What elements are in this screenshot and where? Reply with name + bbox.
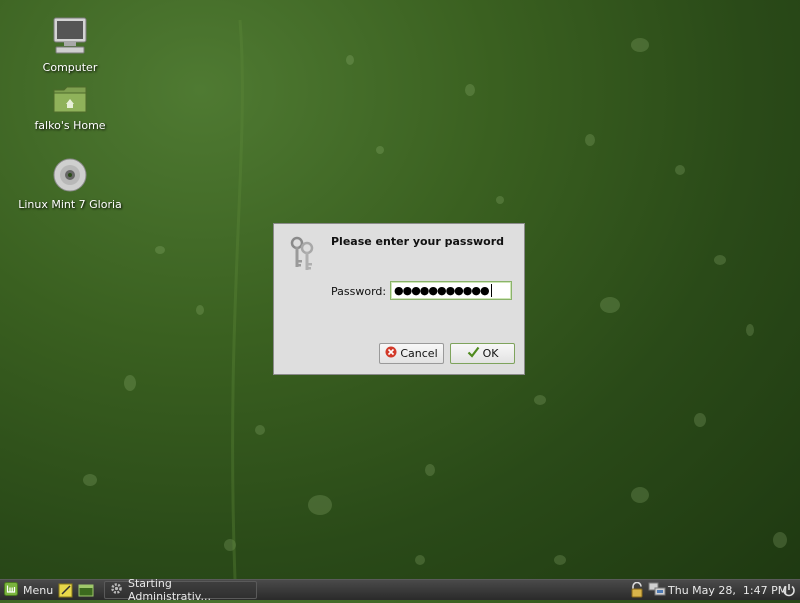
password-label: Password: xyxy=(331,285,387,298)
cancel-icon xyxy=(385,346,397,361)
lock-icon[interactable] xyxy=(630,580,644,600)
password-input[interactable]: ●●●●●●●●●●● xyxy=(390,281,512,300)
password-masked-value: ●●●●●●●●●●● xyxy=(394,284,490,297)
password-dialog: Please enter your password Password: ●●●… xyxy=(273,223,525,375)
checkmark-icon xyxy=(467,346,480,361)
text-caret xyxy=(490,284,492,297)
text-editor-launcher-icon[interactable] xyxy=(58,580,74,600)
network-icon[interactable] xyxy=(648,580,666,600)
terminal-launcher-icon[interactable] xyxy=(78,580,94,600)
desktop-icon-label: Computer xyxy=(42,61,98,74)
menu-button[interactable]: Menu xyxy=(4,580,53,600)
power-icon[interactable] xyxy=(782,580,796,600)
dialog-title: Please enter your password xyxy=(331,235,505,248)
ok-button-label: OK xyxy=(482,347,499,360)
gear-icon xyxy=(110,582,123,598)
menu-label: Menu xyxy=(23,583,54,597)
cancel-button-label: Cancel xyxy=(400,347,438,360)
taskbar-item-label: Starting Administrativ... xyxy=(128,577,211,603)
desktop-icon-cd[interactable]: Linux Mint 7 Gloria xyxy=(15,157,125,211)
desktop-icon-label: falko's Home xyxy=(34,119,106,132)
cancel-button[interactable]: Cancel xyxy=(379,343,444,364)
home-folder-icon xyxy=(15,84,125,117)
desktop-icon-computer[interactable]: Computer xyxy=(15,16,125,74)
clock[interactable]: Thu May 28, 1:47 PM xyxy=(668,580,787,600)
ok-button[interactable]: OK xyxy=(450,343,515,364)
taskbar-item-administrative[interactable]: Starting Administrativ... xyxy=(104,577,257,603)
computer-icon xyxy=(15,16,125,59)
cd-disc-icon xyxy=(15,157,125,196)
desktop-icon-home[interactable]: falko's Home xyxy=(15,84,125,132)
mint-logo-icon xyxy=(4,581,18,599)
keys-icon xyxy=(288,236,316,275)
bottom-panel: Menu Starting Administrativ... Thu May 2… xyxy=(0,577,800,603)
desktop-icon-label: Linux Mint 7 Gloria xyxy=(18,198,122,211)
